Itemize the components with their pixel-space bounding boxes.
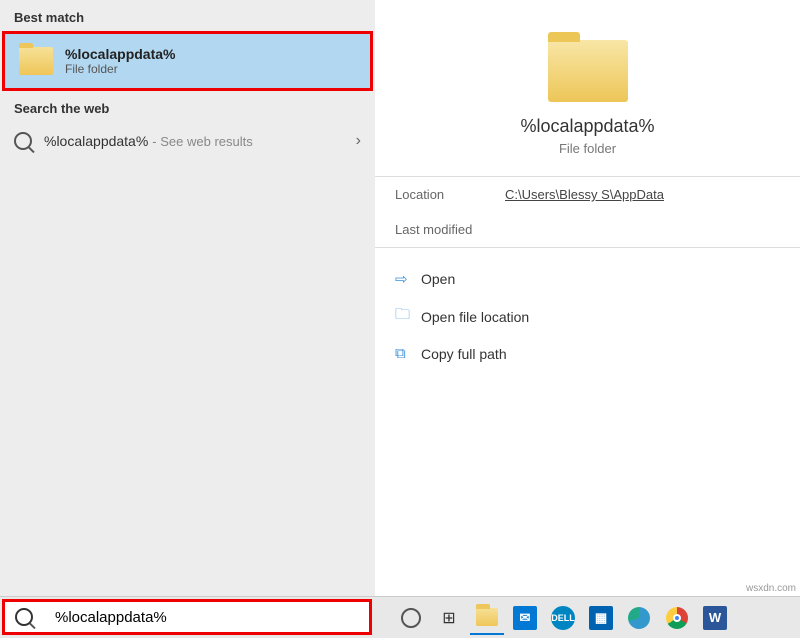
web-query: %localappdata%: [44, 133, 148, 149]
folder-large-icon: [548, 40, 628, 102]
search-icon: [14, 132, 32, 150]
action-open[interactable]: ⇨ Open: [395, 262, 780, 296]
web-hint: - See web results: [152, 134, 252, 149]
chevron-right-icon: ›: [356, 132, 361, 150]
folder-icon: [19, 47, 53, 75]
location-label: Location: [395, 187, 505, 202]
results-panel: Best match %localappdata% File folder Se…: [0, 0, 375, 596]
taskbar: ⊞ ✉ DELL ▦ W: [0, 596, 800, 638]
watermark: wsxdn.com: [746, 583, 796, 594]
best-match-header: Best match: [0, 0, 375, 31]
preview-panel: %localappdata% File folder Location C:\U…: [375, 0, 800, 596]
meta-location: Location C:\Users\Blessy S\AppData: [395, 177, 780, 212]
task-view-icon[interactable]: ⊞: [432, 601, 466, 635]
search-icon: [15, 608, 33, 626]
taskbar-search[interactable]: [2, 599, 372, 635]
preview-subtitle: File folder: [395, 141, 780, 156]
modified-label: Last modified: [395, 222, 505, 237]
word-icon[interactable]: W: [698, 601, 732, 635]
open-icon: ⇨: [395, 270, 421, 288]
cortana-icon[interactable]: [394, 601, 428, 635]
edge-icon[interactable]: [622, 601, 656, 635]
action-open-location[interactable]: 🗀 Open file location: [395, 296, 780, 337]
web-result-item[interactable]: %localappdata% - See web results ›: [0, 122, 375, 160]
file-explorer-icon[interactable]: [470, 601, 504, 635]
dell-icon[interactable]: DELL: [546, 601, 580, 635]
best-match-title: %localappdata%: [65, 46, 175, 62]
preview-title: %localappdata%: [395, 116, 780, 137]
file-location-icon: 🗀: [395, 304, 421, 329]
copy-icon: ⧉: [395, 345, 421, 362]
action-copy-path[interactable]: ⧉ Copy full path: [395, 337, 780, 370]
app-icon[interactable]: ▦: [584, 601, 618, 635]
best-match-item[interactable]: %localappdata% File folder: [2, 31, 373, 91]
search-input[interactable]: [55, 609, 359, 626]
meta-modified: Last modified: [395, 212, 780, 247]
mail-icon[interactable]: ✉: [508, 601, 542, 635]
best-match-subtitle: File folder: [65, 62, 175, 76]
chrome-icon[interactable]: [660, 601, 694, 635]
search-web-header: Search the web: [0, 91, 375, 122]
location-value[interactable]: C:\Users\Blessy S\AppData: [505, 187, 664, 202]
